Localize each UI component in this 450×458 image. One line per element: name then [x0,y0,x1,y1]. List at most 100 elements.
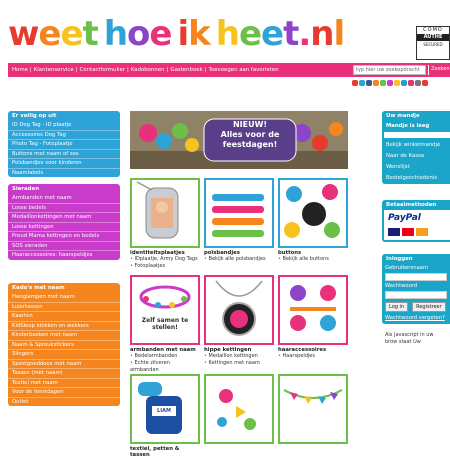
menu-item[interactable]: Luiertassen [8,303,120,312]
logo-letter: e [261,14,284,54]
menu-item[interactable]: Buttons met naam of sos [8,150,120,159]
menu-item[interactable]: Haaraccessoires: haarspeldjes [8,251,120,260]
menu-item[interactable]: Naamlabels [8,169,120,178]
password-field[interactable] [385,291,447,299]
javascript-note: Als Javascript in uw brow staat Uw [385,332,434,345]
mastercard-icon [402,228,414,236]
product-polsbandjes[interactable]: polsbandjes Bekijk alle polsbandjes [204,178,274,263]
payment-title: Betaalmethoden [386,202,437,208]
product-image[interactable] [278,178,348,248]
banner-line2: Alles voor de [220,130,280,139]
nav-favorieten[interactable]: Toevoegen aan favorieten [209,67,279,73]
menu-item[interactable]: Armbanden met naam [8,194,120,204]
mail-icon[interactable] [415,80,421,86]
nav-gastenboek[interactable]: Gastenboek [170,67,202,73]
logo-letter: i [177,14,189,54]
cart-link[interactable]: Bekijk winkelmandje [382,140,450,151]
product-image[interactable] [204,275,274,345]
nav-contactformulier[interactable]: Contactformulier [80,67,126,73]
cart-link[interactable]: Wenslijst [382,162,450,173]
product-image[interactable]: Zelf samen te stellen! [130,275,200,345]
nav-home[interactable]: Home [12,67,28,73]
nav-kadobonnen[interactable]: Kadobonnen [131,67,165,73]
menu-item[interactable]: Voor de feestdagen [8,388,120,398]
product-slingers[interactable] [204,374,274,444]
login-button[interactable]: Log in [385,302,409,312]
logo-letter: t [82,14,99,54]
cart-status: Mandje is leeg [386,123,430,129]
textiel-caption: LIAM [157,408,171,414]
menu-item[interactable]: Speelgoeddoos met naam [8,360,120,369]
paypal-logo: PayPal [388,213,421,223]
facebook-icon[interactable] [366,80,372,86]
logo-letter: h [103,14,128,54]
username-field[interactable] [385,273,447,281]
product-identiteitsplaatjes[interactable]: identiteitsplaatjes IDplaatje, Army Dog … [130,178,200,270]
logo-letter: h [215,14,240,54]
menu-item[interactable]: Hanglampen met naam [8,293,120,303]
product-image[interactable] [278,374,348,444]
menu-item[interactable]: SOS sieraden [8,242,120,251]
product-decoratie[interactable] [278,374,348,444]
menu-item[interactable]: Outlet [8,398,120,407]
secure-seal: COMO AUTHE SECURED [416,26,450,60]
promo-banner[interactable]: NIEUW! Alles voor de feestdagen! [130,111,348,169]
product-textiel[interactable]: LIAM textiel, petten & tassen [130,374,200,458]
cart-link[interactable]: Naar de Kassa [382,151,450,162]
product-image[interactable] [278,275,348,345]
product-image[interactable] [130,178,200,248]
menu-sieraden: Sieraden Armbanden met naam Losse bedels… [8,184,120,260]
product-buttons[interactable]: buttons Bekijk alle buttons [278,178,348,263]
menu-item[interactable]: Proud Mama kettingen en bedels [8,232,120,242]
register-button[interactable]: Registreer [412,302,446,312]
menu-veilig-title: Er veilig op uit [12,113,57,119]
menu-item[interactable]: Accessoires Dog Tag [8,131,120,140]
menu-item[interactable]: Kinderboeken met naam [8,331,120,341]
menu-item[interactable]: Textiel met naam [8,379,120,388]
banner-line3: feestdagen! [222,140,278,149]
menu-item[interactable]: Naam & Spreukstickers [8,341,120,350]
banner-line1: NIEUW! [232,120,268,129]
payment-box: Betaalmethoden PayPal [382,200,450,242]
menu-item[interactable]: Photo Tag - Fotoplaatje [8,140,120,150]
logo-letter: e [238,14,262,54]
search-button[interactable]: Zoeken [428,65,450,75]
product-armbanden[interactable]: Zelf samen te stellen! armbanden met naa… [130,275,200,374]
menu-item[interactable]: Tassen (met naam) [8,369,120,379]
menu-item[interactable]: Kaarten [8,312,120,322]
logo-letter: t [283,14,299,54]
menu-item[interactable]: ID Dog Tag - ID plaatje [8,121,120,131]
star-icon[interactable] [387,80,393,86]
menu-item[interactable]: Losse bedels [8,204,120,213]
forgot-password-link[interactable]: Wachtwoord vergeten? [382,314,450,324]
product-image[interactable]: LIAM [130,374,200,444]
menu-sieraden-title: Sieraden [12,186,40,192]
heart-icon[interactable] [408,80,414,86]
delicious-icon[interactable] [394,80,400,86]
bookmark-icon[interactable] [380,80,386,86]
menu-item[interactable]: Medaillonkettingen met naam [8,213,120,223]
logo-letter: e [60,14,83,54]
product-image[interactable] [204,374,274,444]
menu-item[interactable]: KidSleep klokken en wekkers [8,322,120,331]
password-label: Wachtwoord [385,283,418,289]
product-kettingen[interactable]: hippe kettingen Medaillon kettingen Kett… [204,275,274,367]
product-haaraccessoires[interactable]: haaraccessoires Haarspeldjes [278,275,348,360]
logo-letter: l [333,14,345,54]
search-input[interactable]: typ hier uw zoekopdracht [353,65,426,75]
digg-icon[interactable] [401,80,407,86]
google-icon[interactable] [422,80,428,86]
rss-icon[interactable] [373,80,379,86]
site-logo[interactable]: weet hoe ik heet.nl [8,14,345,54]
cart-link[interactable]: Bestelgeschiedenis [382,173,450,184]
nav-klantenservice[interactable]: Klantenservice [34,67,74,73]
menu-item[interactable]: Polsbandjes voor kinderen [8,159,120,169]
share-icon[interactable] [352,80,358,86]
logo-letter: n [310,14,334,54]
cart-box: Uw mandje Mandje is leeg Bekijk winkelma… [382,111,450,184]
menu-item[interactable]: Losse kettingen [8,223,120,232]
social-icons [352,80,428,86]
menu-item[interactable]: Slingers [8,350,120,360]
product-image[interactable] [204,178,274,248]
twitter-icon[interactable] [359,80,365,86]
